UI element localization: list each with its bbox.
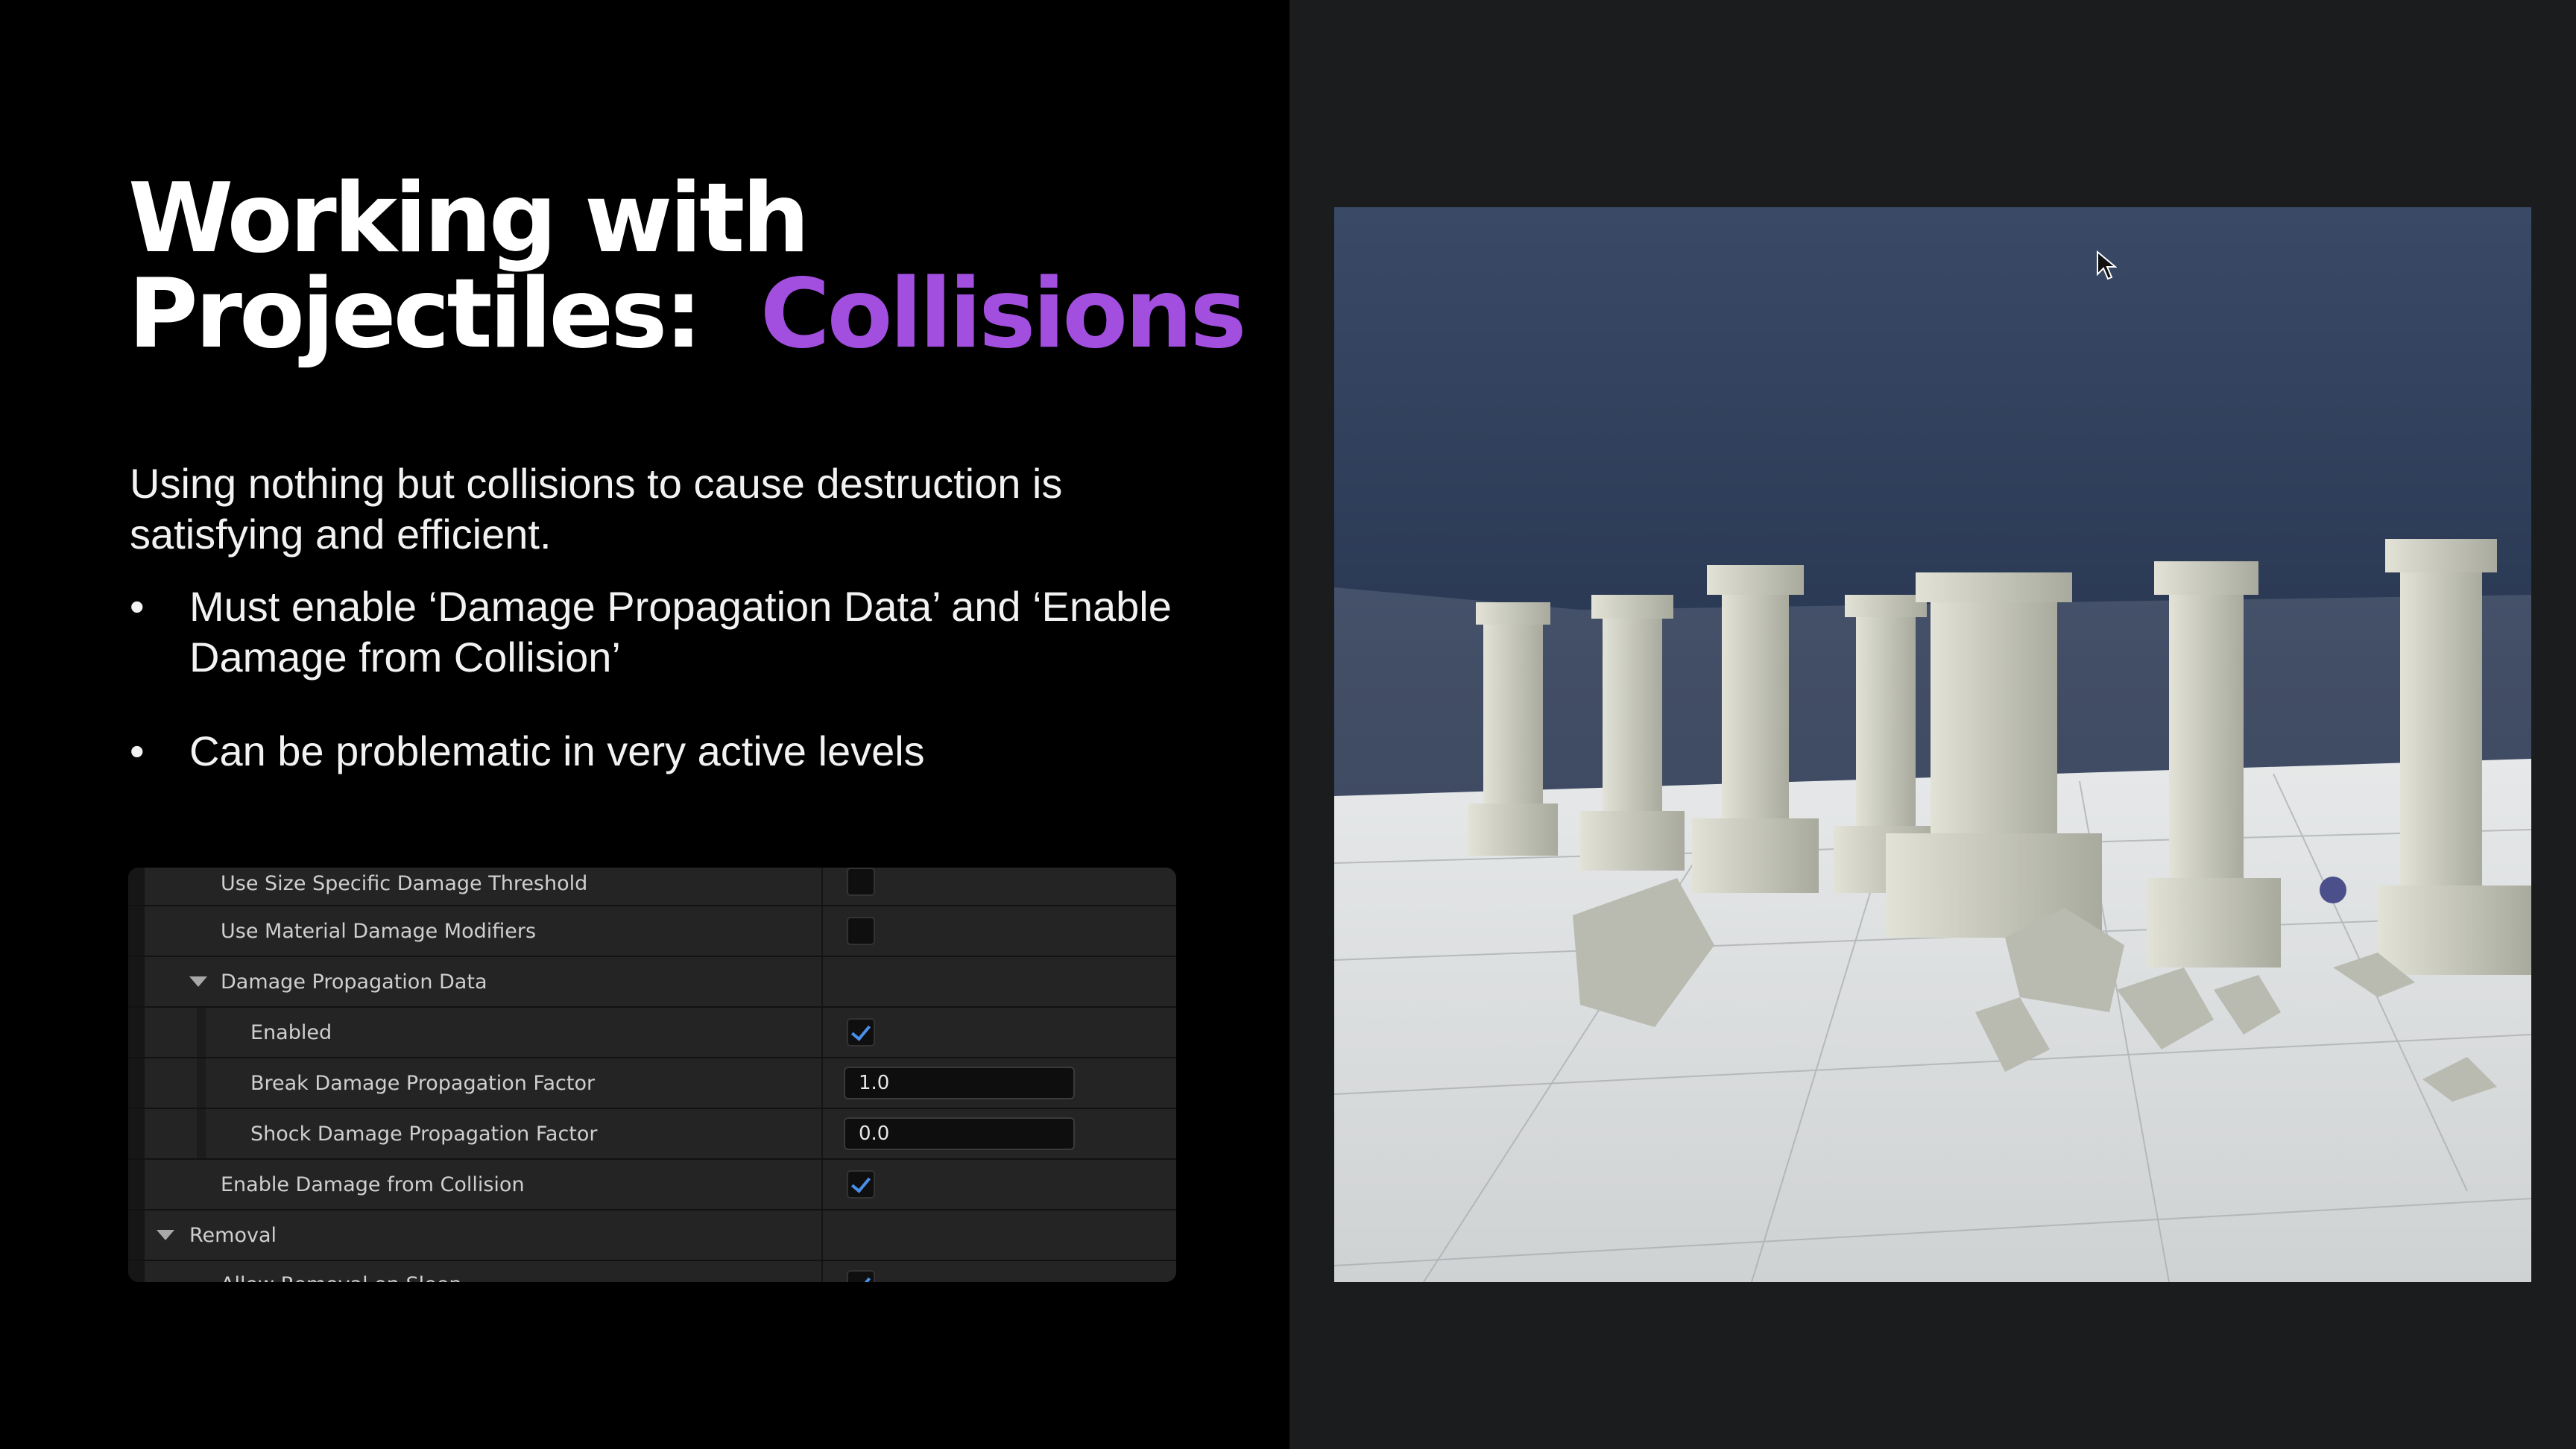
property-row: Break Damage Propagation Factor 1.0 (128, 1058, 1176, 1109)
property-group-label: Removal (189, 1223, 277, 1247)
bullet-item: • Must enable ‘Damage Propagation Data’ … (130, 581, 1173, 683)
property-label: Shock Damage Propagation Factor (250, 1122, 598, 1146)
property-group-row[interactable]: Removal (128, 1210, 1176, 1261)
destruction-scene (1334, 207, 2531, 1282)
property-group-row[interactable]: Damage Propagation Data (128, 957, 1176, 1008)
allow-removal-on-sleep-checkbox[interactable] (847, 1270, 875, 1282)
property-row: Use Size Specific Damage Threshold (128, 868, 1176, 906)
enabled-checkbox[interactable] (847, 1018, 875, 1046)
slide-left-pane: Working with Projectiles: Collisions Usi… (0, 0, 1289, 1449)
bullet-text: Must enable ‘Damage Propagation Data’ an… (189, 583, 1172, 681)
intro-text: Using nothing but collisions to cause de… (130, 460, 1063, 558)
property-group-label: Damage Propagation Data (221, 970, 487, 994)
bullet-text: Can be problematic in very active levels (189, 727, 925, 774)
use-size-specific-threshold-checkbox[interactable] (847, 868, 875, 896)
property-row: Use Material Damage Modifiers (128, 906, 1176, 957)
title-line-2: Projectiles: Collisions (128, 267, 1246, 362)
property-label: Enabled (250, 1020, 332, 1044)
title-accent: Collisions (760, 259, 1247, 370)
title-line-2-text: Projectiles: (128, 259, 703, 370)
details-panel: Use Size Specific Damage Threshold Use M… (128, 868, 1176, 1282)
property-row: Shock Damage Propagation Factor 0.0 (128, 1109, 1176, 1160)
bullet-dot: • (130, 583, 145, 630)
bullet-list: • Must enable ‘Damage Propagation Data’ … (130, 581, 1173, 777)
enable-damage-from-collision-checkbox[interactable] (847, 1170, 875, 1199)
shock-damage-factor-input[interactable]: 0.0 (844, 1117, 1075, 1150)
property-row: Enable Damage from Collision (128, 1160, 1176, 1210)
property-label: Use Size Specific Damage Threshold (221, 872, 588, 895)
mouse-cursor-icon (2097, 250, 2117, 280)
bullet-item: • Can be problematic in very active leve… (130, 726, 1173, 777)
expand-arrow-icon[interactable] (189, 976, 207, 987)
slide-title: Working with Projectiles: Collisions (128, 163, 1246, 362)
use-material-damage-modifiers-checkbox[interactable] (847, 917, 875, 945)
property-label: Use Material Damage Modifiers (221, 919, 537, 943)
property-row: Enabled (128, 1008, 1176, 1058)
property-label: Break Damage Propagation Factor (250, 1071, 596, 1095)
title-line-1: Working with (128, 163, 809, 274)
break-damage-factor-input[interactable]: 1.0 (844, 1067, 1075, 1099)
property-label: Allow Removal on Sleep (221, 1273, 461, 1282)
game-viewport[interactable] (1334, 207, 2531, 1282)
property-label: Enable Damage from Collision (221, 1172, 525, 1196)
bullet-dot: • (130, 727, 145, 774)
property-row: Allow Removal on Sleep (128, 1261, 1176, 1282)
expand-arrow-icon[interactable] (157, 1230, 174, 1240)
